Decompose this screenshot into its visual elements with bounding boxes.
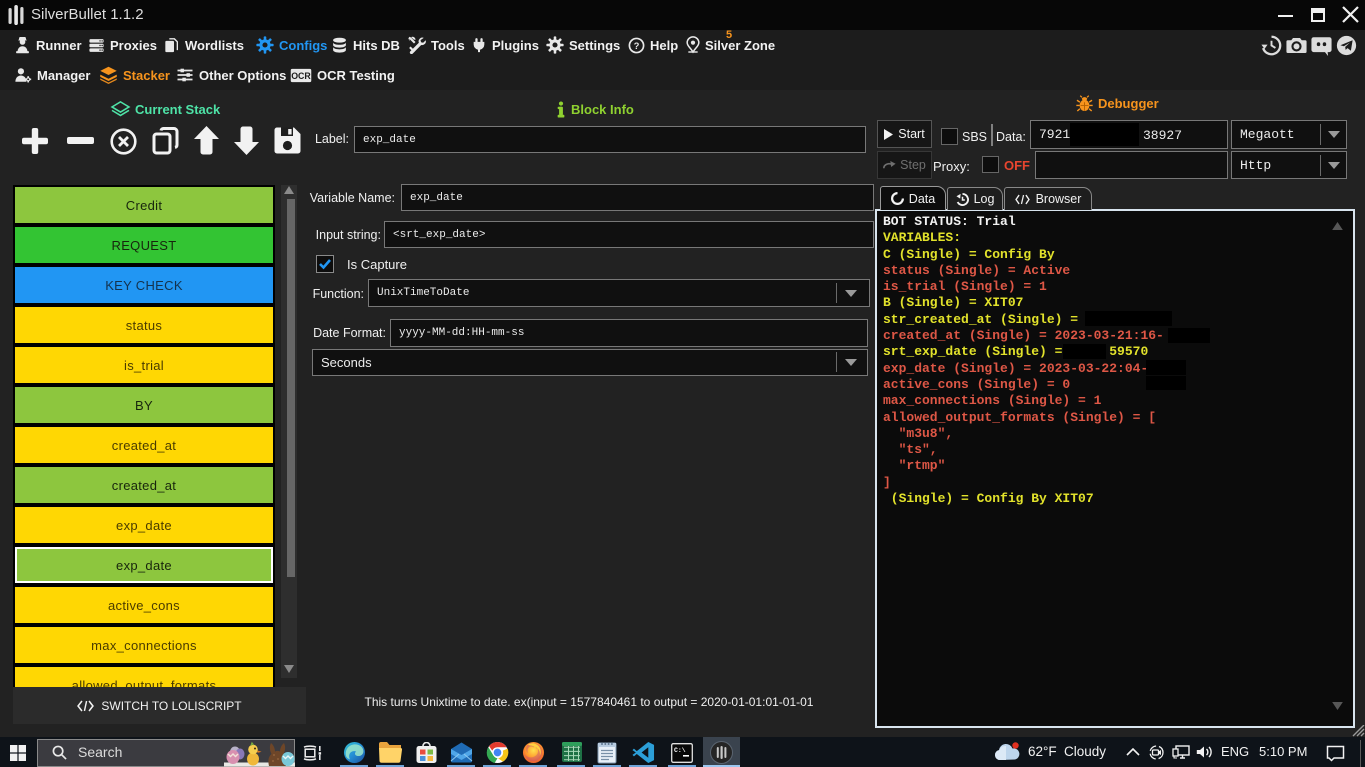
svg-text:C:\: C:\ [674,747,686,754]
svg-text:?: ? [634,41,640,51]
svg-text:OCR: OCR [291,70,311,80]
